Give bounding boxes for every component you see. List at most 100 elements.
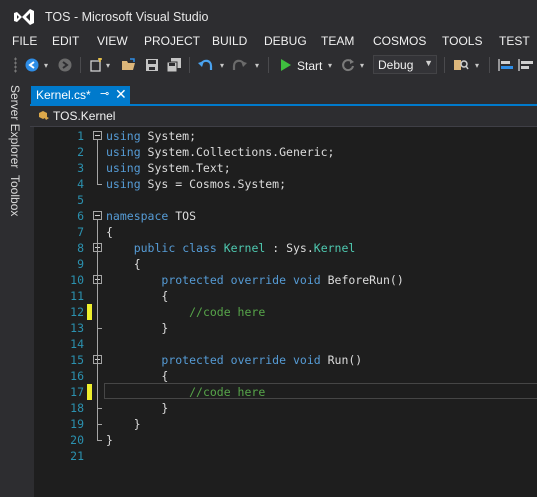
code-text: } [106, 432, 113, 448]
outline-end-tick [97, 440, 102, 441]
save-all-icon[interactable] [166, 56, 182, 74]
menu-test[interactable]: TEST [499, 34, 530, 48]
code-line[interactable]: 12 //code here [34, 304, 537, 320]
forward-icon[interactable] [57, 56, 73, 74]
code-line[interactable]: 11 { [34, 288, 537, 304]
line-number: 1 [77, 129, 84, 143]
redo-dropdown-icon[interactable]: ▾ [253, 56, 261, 74]
code-token: { [106, 289, 169, 303]
code-token: BeforeRun() [320, 273, 404, 287]
configuration-dropdown[interactable]: Debug ▼ [373, 55, 437, 74]
code-line[interactable]: 4 using Sys = Cosmos.System; [34, 176, 537, 192]
open-file-icon[interactable] [120, 56, 136, 74]
code-line[interactable]: 6 namespace TOS [34, 208, 537, 224]
code-line[interactable]: 7{ [34, 224, 537, 240]
code-text: { [106, 288, 168, 304]
code-line[interactable]: 10 protected override void BeforeRun() [34, 272, 537, 288]
code-line[interactable]: 9 { [34, 256, 537, 272]
code-line[interactable]: 2 using System.Collections.Generic; [34, 144, 537, 160]
visual-studio-logo-icon [14, 9, 34, 25]
code-text: protected override void BeforeRun() [106, 272, 404, 288]
code-line[interactable]: 21 [34, 448, 537, 464]
code-line[interactable]: 19 } [34, 416, 537, 432]
code-line[interactable]: 13 } [34, 320, 537, 336]
undo-dropdown-icon[interactable]: ▾ [218, 56, 226, 74]
undo-icon[interactable] [197, 56, 213, 74]
menu-cosmos[interactable]: COSMOS [373, 34, 426, 48]
toolbar-grip[interactable] [14, 57, 17, 73]
line-number: 8 [77, 241, 84, 255]
code-line[interactable]: 1 using System; [34, 128, 537, 144]
navigation-bar[interactable]: TOS.Kernel [30, 106, 537, 127]
class-icon [39, 111, 49, 120]
menu-file[interactable]: FILE [12, 34, 37, 48]
tab-kernel-cs[interactable]: Kernel.cs* ⊸ ✕ [31, 86, 130, 105]
server-explorer-tab[interactable]: Server Explorer [8, 85, 22, 168]
code-line[interactable]: 15 protected override void Run() [34, 352, 537, 368]
line-number: 9 [77, 257, 84, 271]
code-text: } [106, 416, 141, 432]
menu-tools[interactable]: TOOLS [442, 34, 482, 48]
refresh-dropdown-icon[interactable]: ▾ [358, 56, 366, 74]
pin-icon[interactable]: ⊸ [100, 87, 109, 100]
keyword-token: protected [161, 273, 224, 287]
code-token: } [106, 417, 141, 431]
redo-icon[interactable] [231, 56, 247, 74]
menu-build[interactable]: BUILD [212, 34, 247, 48]
menu-edit[interactable]: EDIT [52, 34, 79, 48]
menu-bar: FILE EDIT VIEW PROJECT BUILD DEBUG TEAM … [0, 31, 537, 51]
save-icon[interactable] [144, 56, 160, 74]
menu-team[interactable]: TEAM [321, 34, 354, 48]
code-line[interactable]: 14 [34, 336, 537, 352]
new-project-icon[interactable] [88, 56, 104, 74]
code-text: using Sys = Cosmos.System; [106, 176, 286, 192]
code-line[interactable]: 3 using System.Text; [34, 160, 537, 176]
code-editor[interactable]: 1 using System; 2 using System.Collections.… [34, 127, 537, 497]
code-token: { [106, 225, 113, 239]
code-line[interactable]: 18 } [34, 400, 537, 416]
outline-end-tick [97, 408, 102, 409]
comment-token: //code here [189, 385, 266, 399]
toolbar-separator [444, 57, 445, 73]
keyword-token: void [292, 353, 321, 367]
class-selector[interactable]: TOS.Kernel [53, 109, 115, 123]
collapse-icon[interactable] [93, 131, 102, 140]
start-play-icon[interactable] [278, 56, 292, 74]
comment-icon[interactable] [497, 56, 515, 74]
line-number: 13 [70, 321, 84, 335]
menu-view[interactable]: VIEW [97, 34, 128, 48]
code-line[interactable]: 8 public class Kernel : Sys.Kernel [34, 240, 537, 256]
keyword-token: protected [161, 353, 224, 367]
code-line[interactable]: 5 [34, 192, 537, 208]
keyword-token: override [230, 273, 287, 287]
back-dropdown-icon[interactable]: ▾ [42, 56, 50, 74]
code-line[interactable]: 16 { [34, 368, 537, 384]
start-button[interactable]: Start [297, 59, 322, 73]
keyword-token: using [106, 177, 141, 191]
menu-project[interactable]: PROJECT [144, 34, 200, 48]
close-icon[interactable]: ✕ [115, 86, 127, 103]
line-number: 2 [77, 145, 84, 159]
uncomment-icon[interactable] [517, 56, 535, 74]
outline-guide [97, 140, 98, 184]
new-dropdown-icon[interactable]: ▾ [104, 56, 112, 74]
start-dropdown-icon[interactable]: ▾ [326, 56, 334, 74]
line-number: 18 [70, 401, 84, 415]
collapse-icon[interactable] [93, 211, 102, 220]
refresh-icon[interactable] [340, 56, 356, 74]
find-icon[interactable] [452, 56, 470, 74]
code-text: } [106, 400, 168, 416]
code-token: } [106, 321, 169, 335]
toolbox-tab[interactable]: Toolbox [8, 175, 22, 216]
find-dropdown-icon[interactable]: ▾ [473, 56, 481, 74]
back-icon[interactable] [24, 56, 40, 74]
code-token: Sys = Cosmos.System; [140, 177, 287, 191]
code-line[interactable]: 17 //code here [34, 384, 537, 400]
code-line[interactable]: 20} [34, 432, 537, 448]
code-text: //code here [106, 384, 265, 400]
menu-debug[interactable]: DEBUG [264, 34, 307, 48]
keyword-token: public [133, 241, 176, 255]
outline-end-tick [97, 424, 102, 425]
